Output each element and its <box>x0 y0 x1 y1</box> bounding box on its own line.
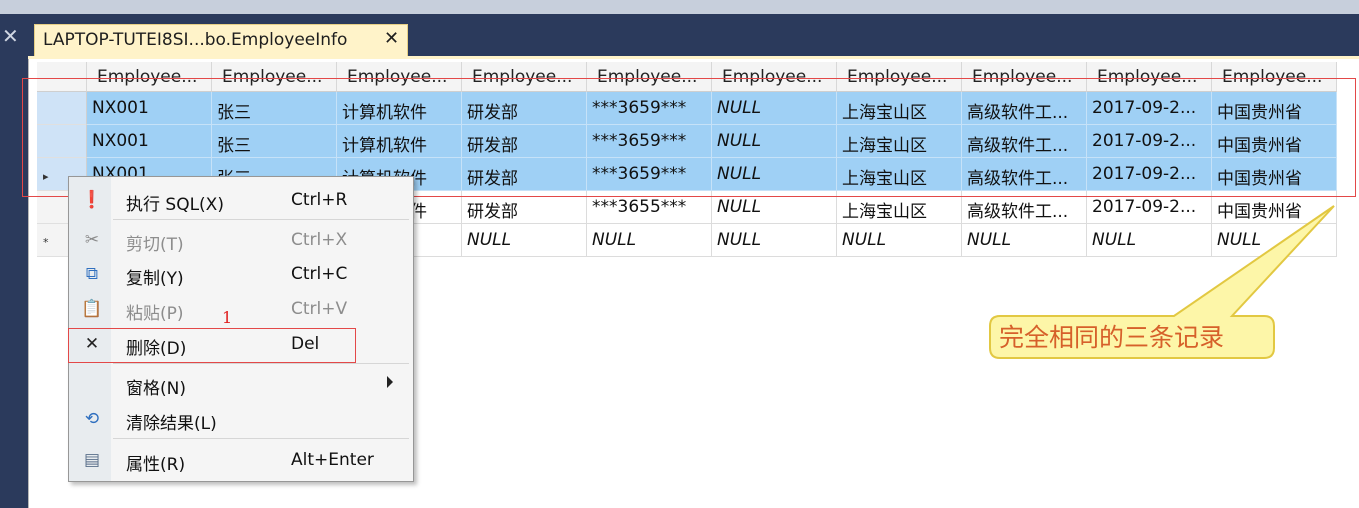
grid-cell[interactable]: NULL <box>1087 224 1212 257</box>
menu-item-shortcut: Alt+Enter <box>291 450 374 470</box>
menu-item-shortcut: Ctrl+C <box>291 264 348 284</box>
menu-separator <box>113 219 409 220</box>
menu-item-sqlx[interactable]: ❗ 执行 SQL(X) Ctrl+R <box>69 183 413 217</box>
menu-item-shortcut: Ctrl+R <box>291 190 348 210</box>
submenu-arrow-icon <box>387 376 393 388</box>
menu-item-shortcut: Ctrl+V <box>291 299 348 319</box>
menu-item-label: 窗格(N) <box>126 379 186 399</box>
grid-cell[interactable]: NULL <box>462 224 587 257</box>
menu-item-label: 剪切(T) <box>126 235 184 255</box>
properties-icon: ▤ <box>83 450 101 470</box>
menu-item-label: 属性(R) <box>126 455 186 475</box>
scissors-icon: ✂ <box>84 230 100 250</box>
menu-item-l[interactable]: ⟲ 清除结果(L) <box>69 402 413 436</box>
window-top-strip <box>0 0 1359 14</box>
annotation-delete-highlight <box>68 328 356 363</box>
tab-employeeinfo[interactable]: LAPTOP-TUTEI8SI...bo.EmployeeInfo ✕ <box>34 24 408 56</box>
grid-cell[interactable]: NULL <box>587 224 712 257</box>
menu-item-p[interactable]: 📋 粘贴(P) Ctrl+V <box>69 292 413 326</box>
tab-title: LAPTOP-TUTEI8SI...bo.EmployeeInfo <box>43 30 348 50</box>
grid-cell[interactable]: NULL <box>1212 224 1337 257</box>
menu-item-label: 执行 SQL(X) <box>126 195 224 215</box>
grid-cell[interactable]: NULL <box>962 224 1087 257</box>
menu-item-r[interactable]: ▤ 属性(R) Alt+Enter <box>69 443 413 477</box>
menu-separator <box>113 363 409 364</box>
callout-text: 完全相同的三条记录 <box>999 323 1225 352</box>
menu-item-label: 清除结果(L) <box>126 414 217 434</box>
menu-item-label: 粘贴(P) <box>126 304 184 324</box>
annotation-step-number: 1 <box>222 308 233 327</box>
paste-icon: 📋 <box>81 299 103 319</box>
copy-icon: ⧉ <box>85 264 99 284</box>
menu-item-n[interactable]: 窗格(N) <box>69 367 413 401</box>
grid-cell[interactable]: NULL <box>712 224 837 257</box>
clear-results-icon: ⟲ <box>84 409 100 429</box>
menu-separator <box>113 438 409 439</box>
menu-item-y[interactable]: ⧉ 复制(Y) Ctrl+C <box>69 257 413 291</box>
grid-cell[interactable]: NULL <box>837 224 962 257</box>
menu-item-shortcut: Ctrl+X <box>291 230 348 250</box>
tab-close-icon[interactable]: ✕ <box>384 28 399 49</box>
menu-item-t[interactable]: ✂ 剪切(T) Ctrl+X <box>69 223 413 257</box>
execute-icon: ❗ <box>81 190 103 210</box>
left-close-icon[interactable]: ✕ <box>2 26 19 46</box>
menu-item-label: 复制(Y) <box>126 269 184 289</box>
